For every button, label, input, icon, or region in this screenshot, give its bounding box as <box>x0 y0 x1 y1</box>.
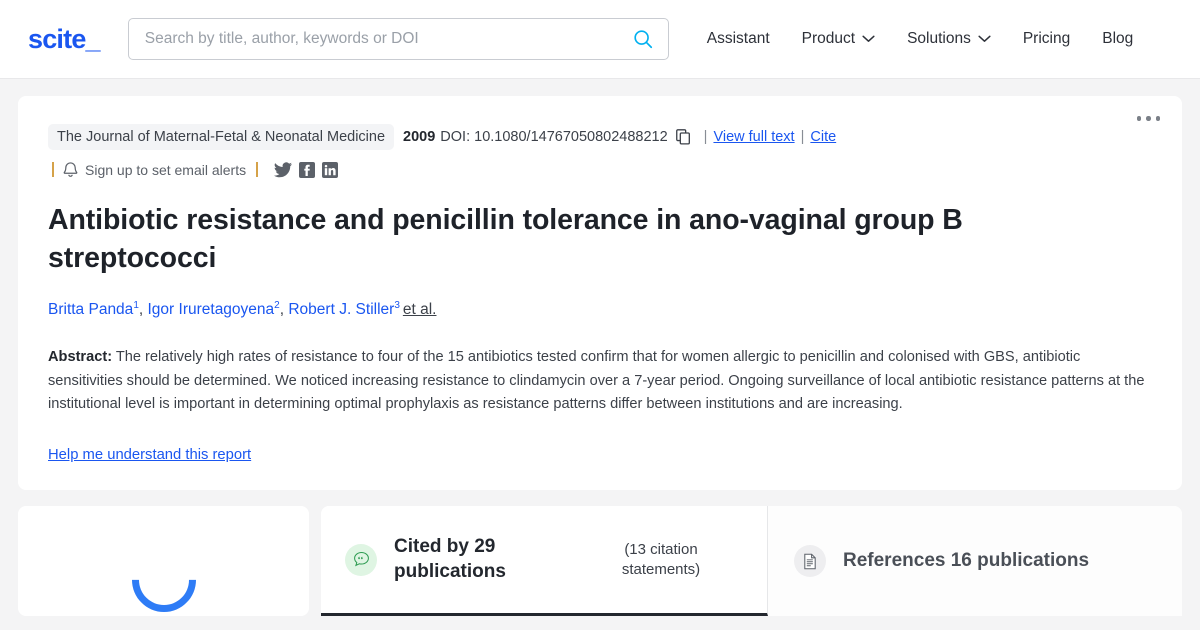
page-title: Antibiotic resistance and penicillin tol… <box>48 204 963 274</box>
publication-meta: The Journal of Maternal-Fetal & Neonatal… <box>48 124 1152 150</box>
dot <box>1136 116 1141 121</box>
author-list: Britta Panda1, Igor Iruretagoyena2, Robe… <box>48 299 437 318</box>
author-link[interactable]: Igor Iruretagoyena <box>148 301 275 318</box>
chevron-down-icon <box>862 30 875 48</box>
metrics-loading-card <box>18 506 309 626</box>
nav-label: Assistant <box>706 30 770 47</box>
bell-icon <box>63 161 78 178</box>
author-affiliation: 3 <box>394 299 400 311</box>
nav-item-pricing[interactable]: Pricing <box>1007 30 1086 48</box>
abstract-text: Abstract: The relatively high rates of r… <box>48 346 1152 417</box>
tab-cited-by-sublabel: (13 citation statements) <box>621 541 701 578</box>
nav-label: Blog <box>1102 30 1134 47</box>
dot <box>1146 116 1151 121</box>
citation-tabs: Cited by 29 publications (13 citation st… <box>321 506 1182 616</box>
abstract-label: Abstract: <box>48 349 113 366</box>
publication-card: The Journal of Maternal-Fetal & Neonatal… <box>18 96 1182 490</box>
publication-year: 2009 <box>403 129 436 145</box>
meta-separator: | <box>800 129 805 145</box>
bottom-section: Cited by 29 publications (13 citation st… <box>18 506 1182 626</box>
nav-item-assistant[interactable]: Assistant <box>691 30 786 48</box>
email-alerts-row: Sign up to set email alerts <box>48 161 1152 178</box>
nav-item-product[interactable]: Product <box>786 30 891 48</box>
social-share-group <box>274 161 339 178</box>
main-nav: Assistant Product Solutions Pricing Blog <box>691 30 1150 48</box>
abstract-body: The relatively high rates of resistance … <box>48 349 1145 413</box>
search-icon[interactable] <box>632 28 654 50</box>
tab-references-label: References 16 publications <box>843 550 1090 571</box>
meta-separator: | <box>703 129 708 145</box>
search-bar[interactable] <box>127 18 669 60</box>
dot <box>1155 116 1160 121</box>
nav-label: Solutions <box>907 30 971 47</box>
cite-link[interactable]: Cite <box>810 129 836 145</box>
nav-item-solutions[interactable]: Solutions <box>891 30 1007 48</box>
tab-cited-by[interactable]: Cited by 29 publications (13 citation st… <box>321 506 768 616</box>
copy-icon[interactable] <box>675 129 691 145</box>
nav-label: Product <box>801 30 856 47</box>
view-full-text-link[interactable]: View full text <box>713 129 794 145</box>
tab-references[interactable]: References 16 publications <box>768 506 1182 616</box>
doi-text: DOI: 10.1080/14767050802488212 <box>440 129 668 145</box>
linkedin-icon[interactable] <box>322 161 339 178</box>
tab-cited-by-label: Cited by 29 publications <box>394 536 506 582</box>
loading-spinner <box>118 534 209 626</box>
nav-item-blog[interactable]: Blog <box>1086 30 1149 48</box>
divider <box>256 162 259 177</box>
citation-bubble-icon <box>345 543 377 576</box>
author-link[interactable]: Robert J. Stiller <box>288 301 394 318</box>
help-understand-report-link[interactable]: Help me understand this report <box>48 447 251 463</box>
scite-logo[interactable]: scite_ <box>28 24 101 55</box>
document-icon <box>794 545 826 577</box>
author-link[interactable]: Britta Panda <box>48 301 133 318</box>
facebook-icon[interactable] <box>299 161 316 178</box>
divider <box>52 162 54 177</box>
twitter-icon[interactable] <box>274 161 293 178</box>
site-header: scite_ Assistant Product Solutions <box>0 0 1200 79</box>
nav-label: Pricing <box>1022 30 1071 47</box>
journal-name[interactable]: The Journal of Maternal-Fetal & Neonatal… <box>48 124 395 150</box>
chevron-down-icon <box>978 30 991 48</box>
search-input[interactable] <box>144 30 632 48</box>
et-al-link[interactable]: et al. <box>403 301 437 318</box>
email-alerts-label[interactable]: Sign up to set email alerts <box>85 162 246 178</box>
more-options-button[interactable] <box>1136 116 1160 121</box>
